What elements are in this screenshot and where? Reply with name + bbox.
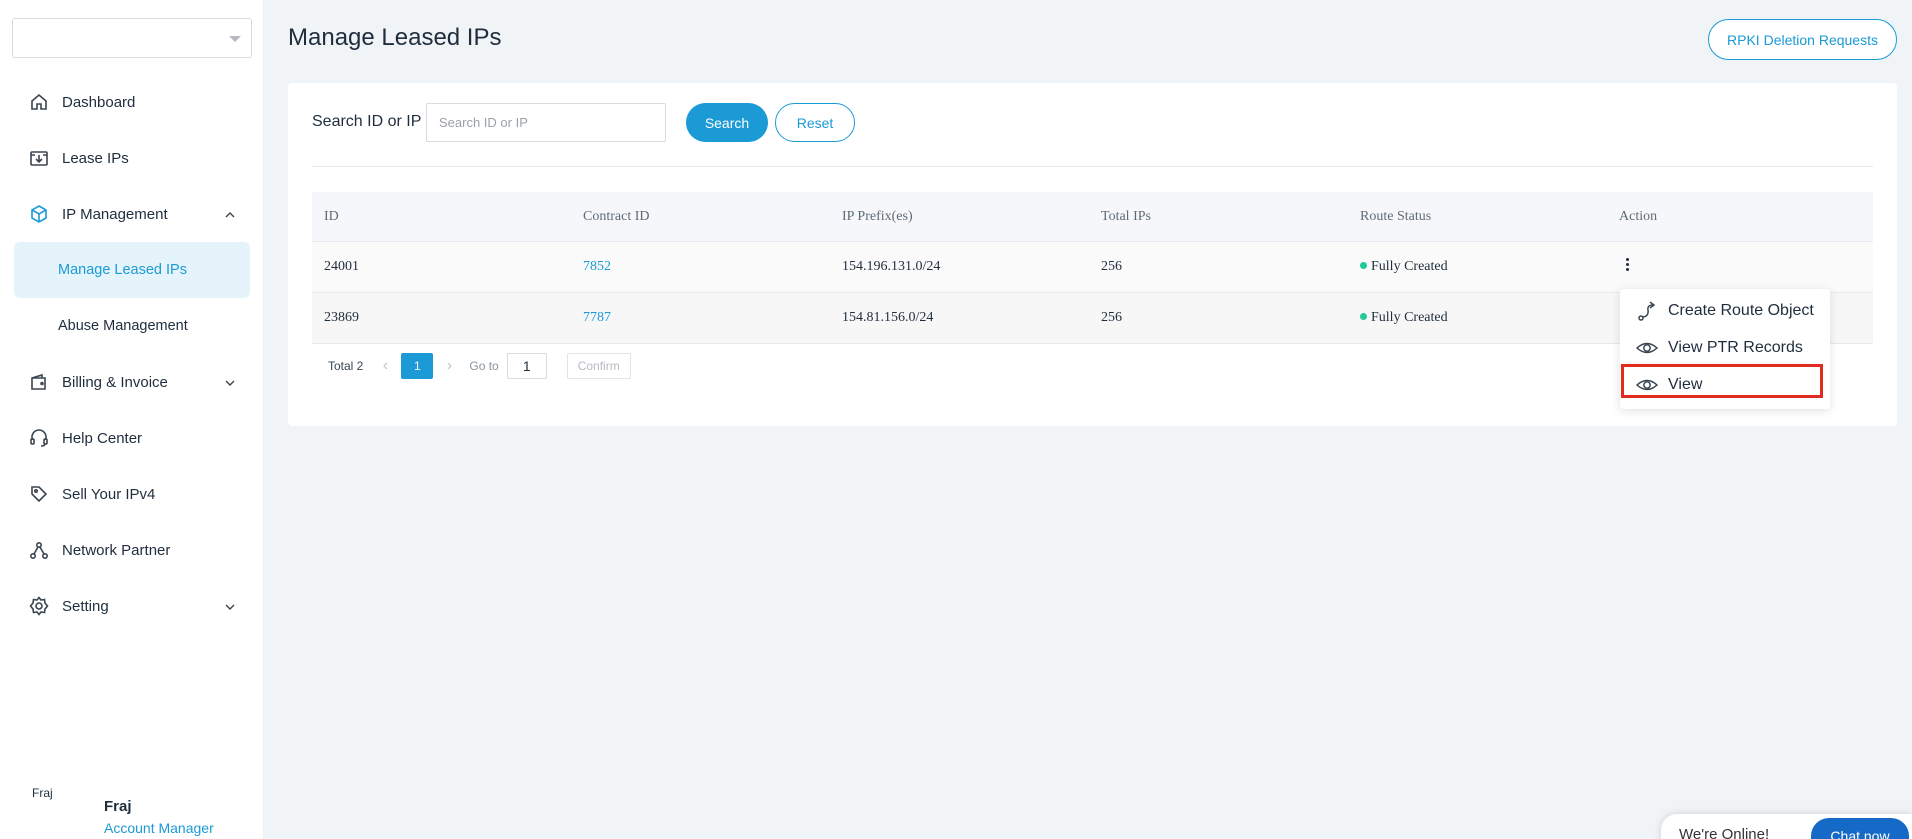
- goto-page-input[interactable]: [506, 353, 547, 379]
- chevron-down-icon: [224, 600, 236, 617]
- column-header-ip-prefix: IP Prefix(es): [842, 208, 913, 224]
- cell-route-status: Fully Created: [1348, 310, 1607, 326]
- menu-item-label: Create Route Object: [1668, 302, 1814, 319]
- sidebar-item-billing-invoice[interactable]: Billing & Invoice: [0, 354, 264, 410]
- chat-widget: We're Online! Chat now: [1661, 814, 1912, 839]
- pagination: Total 2 ‹ 1 › Go to Confirm: [328, 353, 631, 379]
- caret-down-icon: [229, 36, 241, 42]
- status-dot-icon: [1360, 313, 1367, 321]
- sidebar-item-sell-ipv4[interactable]: Sell Your IPv4: [0, 466, 264, 522]
- eye-icon: [1636, 337, 1658, 359]
- page-number-button[interactable]: 1: [401, 353, 434, 379]
- sidebar-item-label: Manage Leased IPs: [58, 262, 187, 278]
- divider: [312, 166, 1873, 167]
- cell-id: 23869: [324, 310, 359, 325]
- column-header-route-status: Route Status: [1360, 208, 1432, 224]
- user-role[interactable]: Account Manager: [104, 820, 214, 836]
- status-dot-icon: [1360, 262, 1367, 270]
- rpki-deletion-requests-button[interactable]: RPKI Deletion Requests: [1708, 19, 1897, 60]
- headset-icon: [28, 427, 50, 449]
- gear-icon: [28, 595, 50, 617]
- sidebar-item-ip-management[interactable]: IP Management: [0, 186, 264, 242]
- sidebar-item-abuse-management[interactable]: Abuse Management: [0, 298, 264, 354]
- chevron-up-icon: [224, 208, 236, 225]
- home-icon: [28, 91, 50, 113]
- network-icon: [28, 539, 50, 561]
- search-input[interactable]: [426, 103, 666, 142]
- contract-id-link[interactable]: 7852: [571, 259, 830, 275]
- route-icon: [1636, 300, 1658, 322]
- pagination-total: Total 2: [328, 359, 364, 373]
- cell-total-ips: 256: [1101, 259, 1122, 274]
- org-select[interactable]: [12, 18, 252, 58]
- chat-status: We're Online!: [1679, 826, 1770, 839]
- sidebar-item-setting[interactable]: Setting: [0, 578, 264, 634]
- sidebar-item-label: Lease IPs: [62, 149, 129, 167]
- column-header-total-ips: Total IPs: [1101, 208, 1151, 224]
- sidebar-nav: Dashboard Lease IPs IP Management Manage…: [0, 74, 264, 634]
- column-header-id: ID: [324, 208, 339, 224]
- search-button[interactable]: Search: [686, 103, 768, 142]
- menu-item-label: View PTR Records: [1668, 339, 1803, 356]
- table-header: ID Contract ID IP Prefix(es) Total IPs R…: [312, 192, 1873, 242]
- search-label: Search ID or IP: [312, 113, 422, 130]
- sidebar-item-label: Setting: [62, 597, 109, 615]
- table-row: 24001 7852 154.196.131.0/24 256 Fully Cr…: [312, 242, 1873, 293]
- sidebar-item-dashboard[interactable]: Dashboard: [0, 74, 264, 130]
- sidebar-item-manage-leased-ips[interactable]: Manage Leased IPs: [14, 242, 250, 298]
- confirm-button[interactable]: Confirm: [566, 353, 631, 379]
- cell-action: [1607, 256, 1866, 278]
- page-title: Manage Leased IPs: [288, 24, 502, 51]
- chevron-left-icon[interactable]: ‹: [375, 357, 395, 375]
- sidebar-item-label: IP Management: [62, 205, 168, 223]
- sidebar-item-label: Sell Your IPv4: [62, 485, 156, 503]
- sidebar: Dashboard Lease IPs IP Management Manage…: [0, 0, 264, 839]
- sidebar-item-label: Abuse Management: [58, 318, 188, 334]
- route-status-text: Fully Created: [1371, 310, 1448, 325]
- cube-icon: [28, 203, 50, 225]
- user-name: Fraj: [104, 798, 132, 815]
- menu-item-view-ptr-records[interactable]: View PTR Records: [1636, 333, 1803, 363]
- cell-ip-prefix: 154.196.131.0/24: [842, 259, 941, 274]
- sidebar-item-label: Help Center: [62, 429, 143, 447]
- route-status-text: Fully Created: [1371, 259, 1448, 274]
- chevron-right-icon[interactable]: ›: [439, 357, 459, 375]
- cell-ip-prefix: 154.81.156.0/24: [842, 310, 934, 325]
- chevron-down-icon: [224, 376, 236, 393]
- reset-button[interactable]: Reset: [775, 103, 855, 142]
- chat-now-button[interactable]: Chat now: [1811, 818, 1909, 839]
- sidebar-item-label: Network Partner: [62, 541, 171, 559]
- sidebar-item-lease-ips[interactable]: Lease IPs: [0, 130, 264, 186]
- wallet-icon: [28, 371, 50, 393]
- highlight-box: [1621, 364, 1823, 398]
- tag-icon: [28, 483, 50, 505]
- sidebar-item-help-center[interactable]: Help Center: [0, 410, 264, 466]
- download-box-icon: [28, 147, 50, 169]
- sidebar-item-network-partner[interactable]: Network Partner: [0, 522, 264, 578]
- goto-label: Go to: [469, 359, 499, 373]
- avatar[interactable]: Fraj: [32, 786, 92, 800]
- more-vertical-icon[interactable]: [1619, 256, 1635, 273]
- column-header-action: Action: [1619, 208, 1658, 224]
- contract-id-link[interactable]: 7787: [571, 310, 830, 326]
- sidebar-item-label: Dashboard: [62, 93, 136, 111]
- cell-total-ips: 256: [1101, 310, 1122, 325]
- sidebar-item-label: Billing & Invoice: [62, 373, 168, 391]
- menu-item-create-route-object[interactable]: Create Route Object: [1636, 296, 1814, 326]
- cell-route-status: Fully Created: [1348, 259, 1607, 275]
- column-header-contract-id: Contract ID: [583, 208, 650, 224]
- cell-id: 24001: [324, 259, 359, 274]
